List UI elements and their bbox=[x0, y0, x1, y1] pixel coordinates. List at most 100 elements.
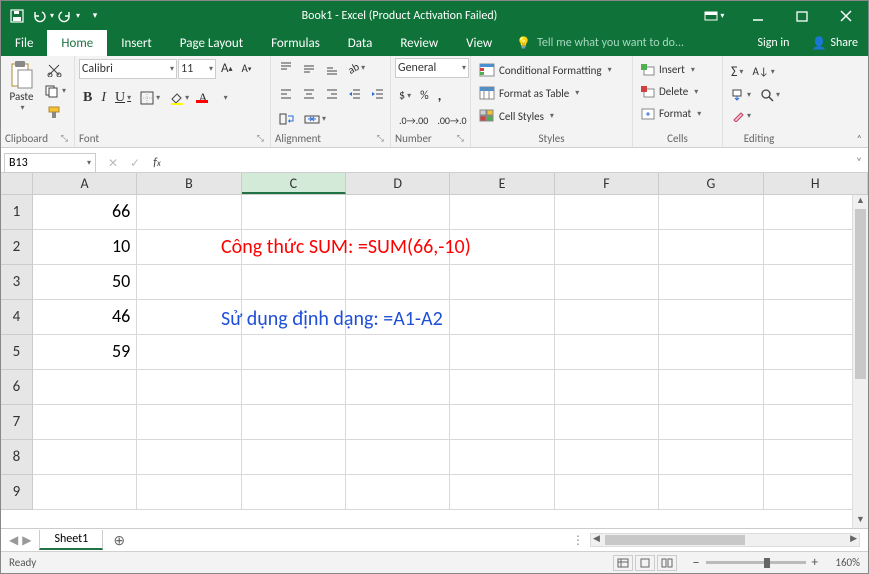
cell-A5[interactable]: 59 bbox=[33, 335, 137, 370]
align-left-icon[interactable] bbox=[275, 84, 297, 104]
tab-file[interactable]: File bbox=[1, 30, 47, 56]
cell-E5[interactable] bbox=[450, 335, 554, 370]
format-as-table-button[interactable]: Format as Table▾ bbox=[475, 83, 628, 103]
name-box[interactable]: B13▾ bbox=[4, 153, 96, 173]
delete-cells-button[interactable]: Delete▾ bbox=[637, 82, 718, 101]
cell-G7[interactable] bbox=[659, 405, 763, 440]
cell-F5[interactable] bbox=[555, 335, 659, 370]
view-page-layout-icon[interactable] bbox=[635, 555, 655, 571]
share-button[interactable]: 👤Share bbox=[801, 36, 868, 51]
close-icon[interactable] bbox=[824, 1, 868, 30]
new-sheet-button[interactable]: ⊕ bbox=[109, 532, 129, 549]
cell-E8[interactable] bbox=[450, 440, 554, 475]
select-all-corner[interactable] bbox=[1, 173, 33, 194]
italic-button[interactable]: I bbox=[97, 87, 110, 109]
row-header-5[interactable]: 5 bbox=[1, 335, 33, 370]
tab-home[interactable]: Home bbox=[47, 30, 107, 56]
cell-G4[interactable] bbox=[659, 300, 763, 335]
align-top-icon[interactable] bbox=[275, 58, 297, 78]
cell-A6[interactable] bbox=[33, 370, 137, 405]
col-header-C[interactable]: C bbox=[242, 173, 346, 194]
cut-button[interactable] bbox=[40, 60, 70, 80]
cell-B7[interactable] bbox=[137, 405, 241, 440]
qat-customize-icon[interactable]: ▾ bbox=[83, 4, 107, 28]
cell-G3[interactable] bbox=[659, 265, 763, 300]
cell-E9[interactable] bbox=[450, 475, 554, 510]
clipboard-dialog-launcher[interactable]: ⤡ bbox=[61, 133, 70, 144]
sheet-nav-prev-icon[interactable]: ◀ bbox=[9, 533, 18, 548]
fill-color-button[interactable]: ▾ bbox=[165, 88, 193, 108]
cell-A4[interactable]: 46 bbox=[33, 300, 137, 335]
collapse-ribbon-icon[interactable]: ˄ bbox=[857, 132, 862, 145]
fill-button[interactable]: ▾ bbox=[727, 86, 755, 104]
view-page-break-icon[interactable] bbox=[657, 555, 677, 571]
cell-A9[interactable] bbox=[33, 475, 137, 510]
cell-B9[interactable] bbox=[137, 475, 241, 510]
insert-cells-button[interactable]: Insert▾ bbox=[637, 60, 718, 79]
cell-D4[interactable] bbox=[346, 300, 450, 335]
cell-styles-button[interactable]: Cell Styles▾ bbox=[475, 106, 628, 126]
orientation-icon[interactable]: ab▾ bbox=[344, 59, 369, 78]
cell-E4[interactable] bbox=[450, 300, 554, 335]
number-format-select[interactable]: General▾ bbox=[395, 58, 469, 78]
conditional-formatting-button[interactable]: Conditional Formatting▾ bbox=[475, 60, 628, 80]
sheet-tab-1[interactable]: Sheet1 bbox=[39, 530, 103, 550]
cell-D6[interactable] bbox=[346, 370, 450, 405]
col-header-H[interactable]: H bbox=[764, 173, 868, 194]
cell-F9[interactable] bbox=[555, 475, 659, 510]
cell-D8[interactable] bbox=[346, 440, 450, 475]
zoom-level[interactable]: 160% bbox=[824, 556, 860, 569]
borders-button[interactable]: ▾ bbox=[136, 88, 164, 108]
vertical-scroll-thumb[interactable] bbox=[855, 209, 866, 379]
align-bottom-icon[interactable] bbox=[321, 58, 343, 78]
col-header-A[interactable]: A bbox=[33, 173, 137, 194]
cell-A1[interactable]: 66 bbox=[33, 195, 137, 230]
cell-B1[interactable] bbox=[137, 195, 241, 230]
cell-A3[interactable]: 50 bbox=[33, 265, 137, 300]
tab-review[interactable]: Review bbox=[386, 30, 452, 56]
cell-B8[interactable] bbox=[137, 440, 241, 475]
cell-F7[interactable] bbox=[555, 405, 659, 440]
cell-C6[interactable] bbox=[242, 370, 346, 405]
tab-data[interactable]: Data bbox=[334, 30, 387, 56]
align-right-icon[interactable] bbox=[321, 84, 343, 104]
cell-F1[interactable] bbox=[555, 195, 659, 230]
tell-me[interactable]: 💡Tell me what you want to do... bbox=[506, 30, 747, 56]
cell-C2[interactable] bbox=[242, 230, 346, 265]
accounting-format-icon[interactable]: $▾ bbox=[395, 86, 415, 106]
horizontal-scrollbar[interactable]: ◀ ▶ bbox=[590, 533, 860, 547]
col-header-D[interactable]: D bbox=[346, 173, 450, 194]
cell-C3[interactable] bbox=[242, 265, 346, 300]
insert-function-icon[interactable]: fx bbox=[146, 153, 168, 173]
cell-G9[interactable] bbox=[659, 475, 763, 510]
cell-D1[interactable] bbox=[346, 195, 450, 230]
copy-button[interactable]: ▾ bbox=[40, 81, 70, 101]
zoom-slider[interactable] bbox=[706, 561, 806, 564]
underline-button[interactable]: U▾ bbox=[111, 87, 135, 109]
tab-page-layout[interactable]: Page Layout bbox=[166, 30, 257, 56]
cell-C9[interactable] bbox=[242, 475, 346, 510]
find-select-button[interactable]: ▾ bbox=[756, 85, 784, 105]
font-size-select[interactable]: 11▾ bbox=[178, 59, 216, 79]
cell-G8[interactable] bbox=[659, 440, 763, 475]
horizontal-scroll-thumb[interactable] bbox=[605, 535, 745, 545]
cell-B4[interactable] bbox=[137, 300, 241, 335]
cell-D9[interactable] bbox=[346, 475, 450, 510]
cell-F2[interactable] bbox=[555, 230, 659, 265]
percent-format-icon[interactable]: % bbox=[416, 86, 433, 106]
font-color-button[interactable]: A▾ bbox=[194, 87, 231, 109]
decrease-indent-icon[interactable] bbox=[344, 84, 366, 104]
cell-C7[interactable] bbox=[242, 405, 346, 440]
zoom-out-icon[interactable]: − bbox=[693, 554, 700, 571]
cell-A2[interactable]: 10 bbox=[33, 230, 137, 265]
cell-D3[interactable] bbox=[346, 265, 450, 300]
row-header-6[interactable]: 6 bbox=[1, 370, 33, 405]
alignment-dialog-launcher[interactable]: ⤡ bbox=[377, 133, 386, 144]
cell-D7[interactable] bbox=[346, 405, 450, 440]
tab-view[interactable]: View bbox=[452, 30, 506, 56]
cell-B3[interactable] bbox=[137, 265, 241, 300]
cell-E1[interactable] bbox=[450, 195, 554, 230]
expand-formula-bar-icon[interactable]: ˅ bbox=[850, 156, 868, 170]
autosum-button[interactable]: Σ▾ bbox=[727, 60, 747, 83]
minimize-icon[interactable] bbox=[736, 1, 780, 30]
